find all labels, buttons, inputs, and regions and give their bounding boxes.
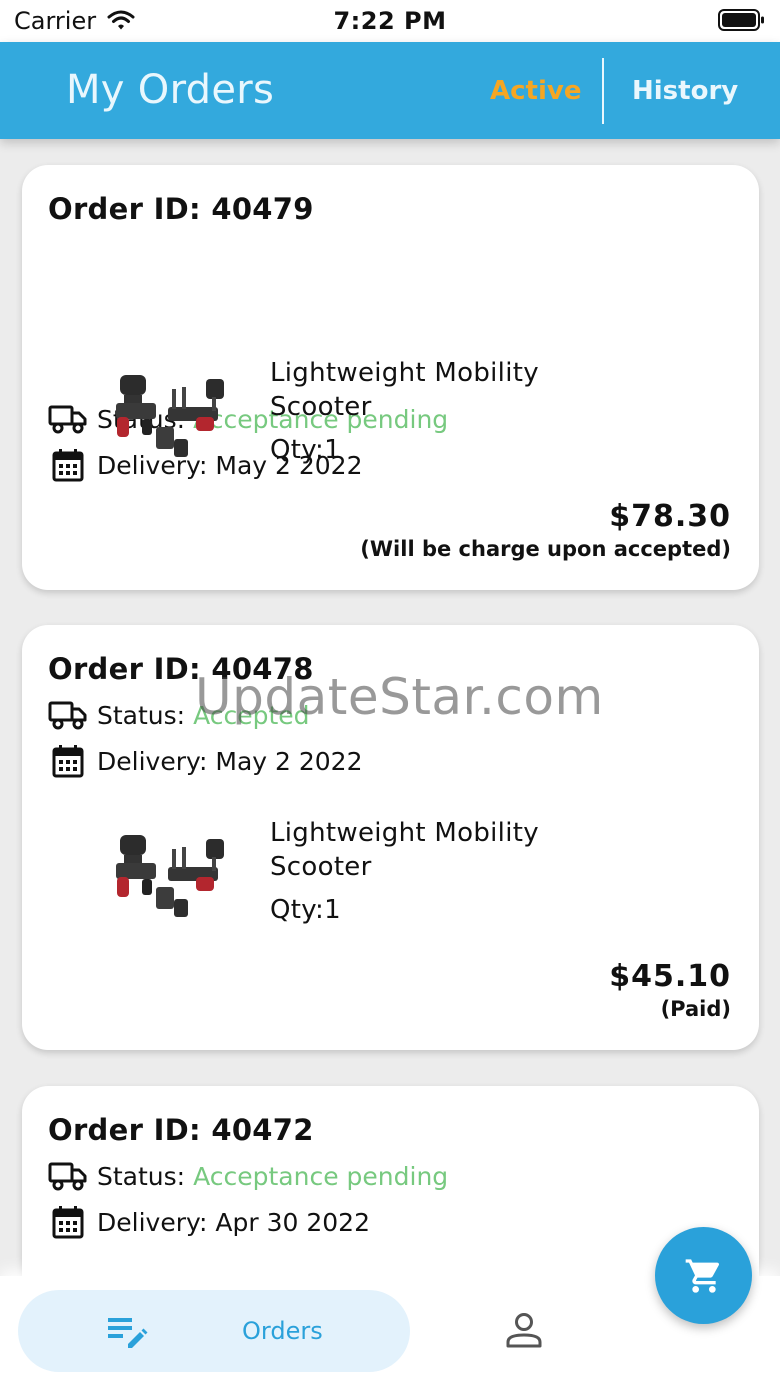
clock: 7:22 PM xyxy=(333,7,447,35)
nav-orders[interactable]: Orders xyxy=(18,1290,410,1372)
delivery-row: Delivery: Apr 30 2022 xyxy=(48,1206,370,1239)
status-label: Status: xyxy=(97,700,186,730)
order-id: Order ID: 40479 xyxy=(48,192,314,226)
order-price: $45.10 xyxy=(609,959,731,994)
status-value: Acceptance pending xyxy=(193,1161,449,1191)
calendar-icon xyxy=(52,745,84,778)
product-name: Lightweight Mobility Scooter xyxy=(270,358,539,422)
order-id: Order ID: 40472 xyxy=(48,1113,314,1147)
truck-icon xyxy=(48,1162,87,1191)
app-header: My Orders Active History xyxy=(0,42,780,139)
calendar-icon xyxy=(52,449,84,482)
battery-icon xyxy=(718,9,766,35)
status-value: Accepted xyxy=(193,700,310,730)
order-price: $78.30 xyxy=(609,499,731,534)
delivery-label: Delivery: xyxy=(97,746,208,776)
product-image xyxy=(112,825,236,925)
order-id: Order ID: 40478 xyxy=(48,652,314,686)
status-row: Status: Acceptance pending xyxy=(48,1160,448,1192)
product-name: Lightweight Mobility Scooter xyxy=(270,818,539,882)
delivery-row: Delivery: May 2 2022 xyxy=(48,745,363,778)
order-card[interactable]: Order ID: 40478 Status: Accepted Deliver… xyxy=(22,625,759,1050)
delivery-date: Apr 30 2022 xyxy=(215,1207,370,1237)
delivery-label: Delivery: xyxy=(97,1207,208,1237)
status-bar: Carrier 7:22 PM xyxy=(0,0,780,42)
cart-button[interactable] xyxy=(655,1227,752,1324)
truck-icon xyxy=(48,701,87,730)
edit-list-icon xyxy=(106,1314,150,1354)
truck-icon xyxy=(48,405,87,434)
calendar-icon xyxy=(52,1206,84,1239)
tab-divider xyxy=(602,58,604,124)
payment-note: (Paid) xyxy=(660,997,731,1021)
person-icon[interactable] xyxy=(504,1312,544,1354)
payment-note: (Will be charge upon accepted) xyxy=(360,537,731,561)
delivery-date: May 2 2022 xyxy=(215,746,363,776)
status-row: Status: Accepted xyxy=(48,699,310,731)
product-image xyxy=(112,365,236,465)
product-qty: Qty:1 xyxy=(270,895,341,925)
product-qty: Qty:1 xyxy=(270,435,341,465)
order-card[interactable]: Order ID: 40479 Status: Acceptance pendi… xyxy=(22,165,759,590)
nav-orders-label: Orders xyxy=(242,1317,323,1345)
status-label: Status: xyxy=(97,1161,186,1191)
tab-history[interactable]: History xyxy=(632,76,738,106)
tab-active[interactable]: Active xyxy=(490,76,581,106)
page-title: My Orders xyxy=(66,67,275,113)
cart-icon xyxy=(685,1258,719,1293)
